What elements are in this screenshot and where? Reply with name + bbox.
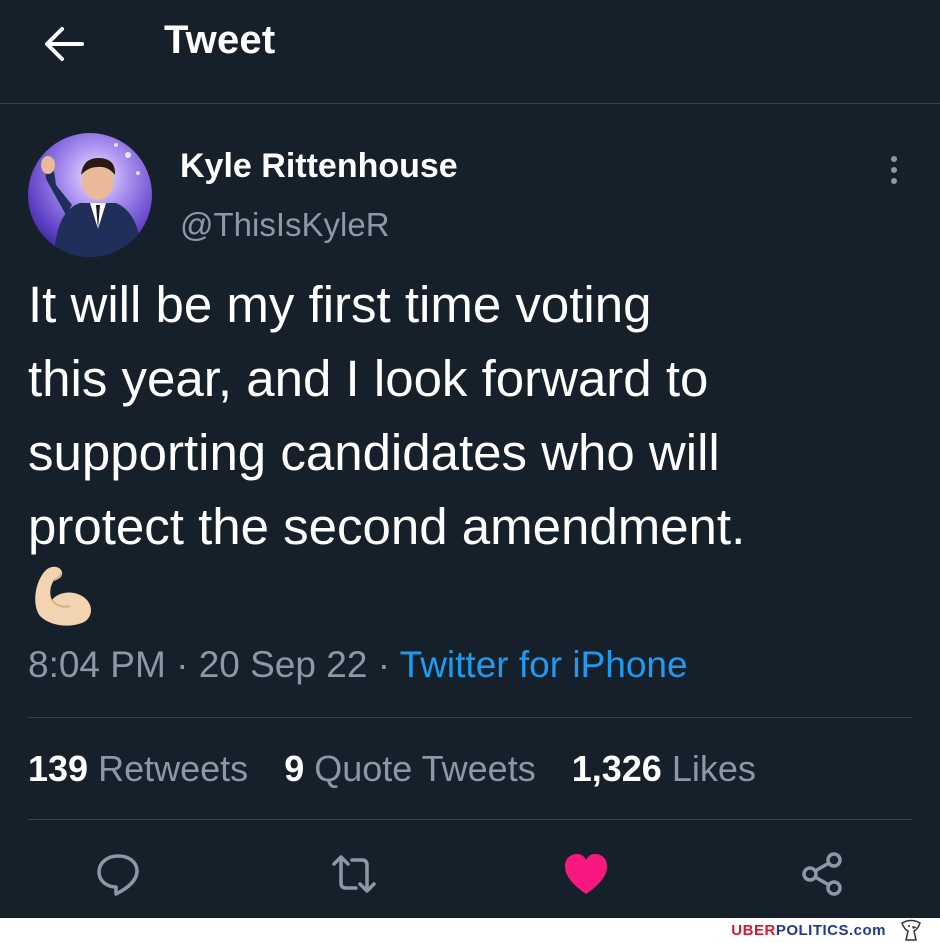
watermark-dotcom: .com xyxy=(848,922,886,939)
like-icon[interactable] xyxy=(562,850,610,898)
likes-stat[interactable]: 1,326 Likes xyxy=(572,748,756,790)
arrow-left-icon[interactable] xyxy=(42,24,86,64)
more-options-icon[interactable] xyxy=(876,152,912,188)
retweets-count: 139 xyxy=(28,748,89,789)
tweet-stats: 139 Retweets 9 Quote Tweets 1,326 Likes xyxy=(28,748,782,790)
quote-tweets-count: 9 xyxy=(284,748,305,789)
eagle-logo-icon xyxy=(901,919,921,941)
top-bar: Tweet xyxy=(0,0,940,104)
author-name[interactable]: Kyle Rittenhouse xyxy=(180,147,458,186)
retweets-stat[interactable]: 139 Retweets xyxy=(28,748,248,790)
retweet-icon[interactable] xyxy=(330,850,378,898)
flexed-biceps-icon xyxy=(35,566,91,626)
share-icon[interactable] xyxy=(798,850,846,898)
watermark-politics: POLITICS xyxy=(775,922,849,939)
watermark-uber: UBER xyxy=(731,922,776,939)
likes-label: Likes xyxy=(671,748,756,789)
tweet-text: It will be my first time voting this yea… xyxy=(28,276,746,555)
meta-separator: · xyxy=(377,644,391,685)
likes-count: 1,326 xyxy=(571,748,662,789)
tweet-meta: 8:04 PM · 20 Sep 22 · Twitter for iPhone xyxy=(28,644,688,686)
quote-tweets-label: Quote Tweets xyxy=(314,748,536,789)
tweet-date: 20 Sep 22 xyxy=(198,644,368,685)
author-handle[interactable]: @ThisIsKyleR xyxy=(180,206,390,244)
divider xyxy=(28,717,912,718)
divider xyxy=(28,819,912,820)
watermark-bar: UBERPOLITICS.com xyxy=(0,918,940,943)
quote-tweets-stat[interactable]: 9 Quote Tweets xyxy=(284,748,536,790)
tweet-time: 8:04 PM xyxy=(28,644,166,685)
page-title: Tweet xyxy=(164,18,276,62)
retweets-label: Retweets xyxy=(98,748,249,789)
reply-icon[interactable] xyxy=(94,850,142,898)
watermark-text: UBERPOLITICS.com xyxy=(731,922,886,939)
avatar[interactable] xyxy=(28,133,152,257)
tweet-source-link[interactable]: Twitter for iPhone xyxy=(400,644,688,685)
meta-separator: · xyxy=(176,644,189,685)
